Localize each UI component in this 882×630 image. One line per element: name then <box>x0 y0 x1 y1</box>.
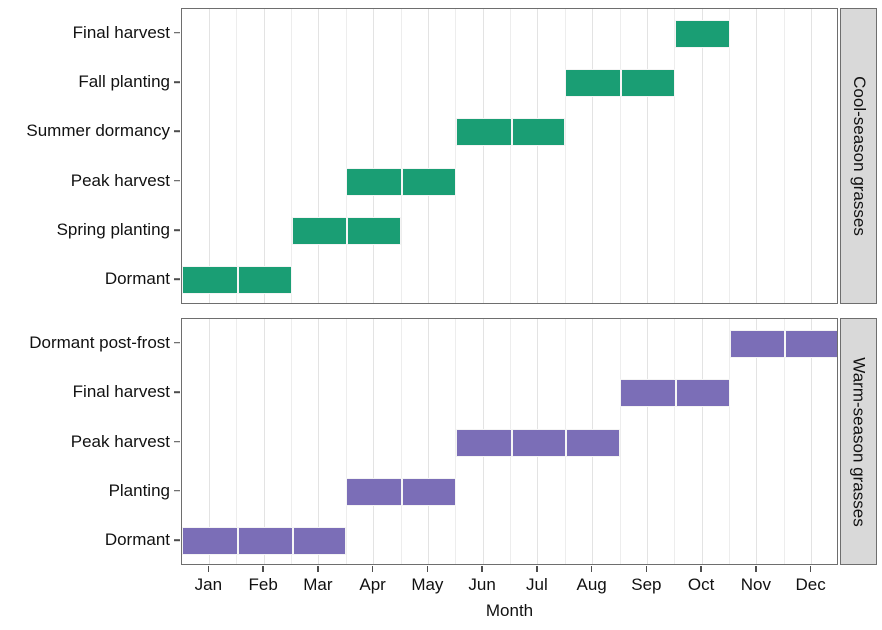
bars-warm-season <box>182 319 837 564</box>
strip-label-warm-season-text: Warm-season grasses <box>849 356 869 527</box>
y-axis-tick-label: Summer dormancy <box>26 121 170 141</box>
gantt-bar <box>291 217 401 245</box>
strip-label-cool-season: Cool-season grasses <box>840 8 877 304</box>
gantt-bar <box>729 329 837 358</box>
bar-month-separator <box>510 429 513 456</box>
bar-month-separator <box>401 478 403 505</box>
y-axis-tick <box>174 81 180 83</box>
bars-cool-season <box>182 9 837 303</box>
x-axis-tick <box>645 566 648 572</box>
y-axis-tick-label: Spring planting <box>56 220 170 239</box>
gantt-bar <box>346 477 456 506</box>
x-axis-tick-label: Feb <box>248 575 278 594</box>
x-axis-tick-label: Nov <box>740 575 771 594</box>
gantt-bar <box>455 118 566 147</box>
bar-month-separator <box>401 168 403 195</box>
x-axis-tick-label: Oct <box>687 575 715 594</box>
bar-month-separator <box>784 330 787 357</box>
x-axis-tick <box>809 566 812 572</box>
y-axis-tick-label: Dormant <box>104 269 170 289</box>
y-axis-tick-label: Fall planting <box>78 72 170 91</box>
y-axis-tick <box>174 130 180 133</box>
x-axis-tick-label: Jan <box>194 575 223 594</box>
strip-label-warm-season: Warm-season grasses <box>840 318 877 565</box>
bar-month-separator <box>620 70 622 96</box>
bar-month-separator <box>346 218 349 244</box>
gantt-bar <box>620 379 730 408</box>
y-axis-tick-label: Final harvest <box>72 22 170 42</box>
x-axis-tick <box>590 566 593 572</box>
y-axis-tick <box>174 229 180 231</box>
y-axis-tick-label: Dormant <box>104 530 170 550</box>
x-axis-tick <box>262 566 264 572</box>
gantt-bar <box>182 266 292 295</box>
x-axis-tick-label: Mar <box>303 575 333 594</box>
x-axis-tick <box>207 566 210 572</box>
gantt-bar <box>455 428 620 457</box>
panel-cool-season <box>181 8 838 304</box>
gantt-bar <box>565 69 675 97</box>
x-axis-tick-label: Dec <box>795 575 826 594</box>
y-axis-tick-label: Peak harvest <box>70 431 170 451</box>
panel-warm-season <box>181 318 838 565</box>
y-axis-tick <box>174 539 180 542</box>
x-axis-tick-label: Apr <box>359 575 386 594</box>
y-axis-tick <box>174 391 180 393</box>
x-axis-tick <box>700 566 702 572</box>
gantt-bar <box>182 527 347 556</box>
bar-month-separator <box>674 380 677 407</box>
x-axis-tick-label: Jun <box>468 575 496 594</box>
x-axis-tick <box>536 566 538 572</box>
x-axis-tick-label: Aug <box>576 575 607 594</box>
x-axis-tick-label: Sep <box>631 575 662 594</box>
y-axis-tick-label: Planting <box>108 480 170 500</box>
x-axis-tick <box>755 566 757 572</box>
x-axis-tick <box>426 566 429 572</box>
gantt-bar <box>346 167 456 196</box>
y-axis-tick-label: Final harvest <box>72 382 170 402</box>
strip-label-cool-season-text: Cool-season grasses <box>849 76 869 236</box>
gantt-bar <box>674 19 730 48</box>
y-axis-tick <box>174 341 180 344</box>
y-axis-tick <box>174 278 180 281</box>
y-axis-tick <box>174 31 180 34</box>
x-axis-tick <box>317 566 319 572</box>
y-axis-tick <box>174 179 180 182</box>
x-axis-title: Month <box>485 601 534 620</box>
gantt-chart-figure: Cool-season grasses Final harvest Fall pl… <box>0 0 882 630</box>
y-axis-tick <box>174 490 180 492</box>
bar-month-separator <box>565 429 568 456</box>
bar-month-separator <box>291 528 294 555</box>
y-axis-tick-label: Dormant post-frost <box>29 332 170 352</box>
x-axis-tick-label: Jul <box>526 575 548 594</box>
y-axis-tick <box>174 440 180 443</box>
bar-month-separator <box>510 119 513 146</box>
x-axis-tick <box>481 566 483 572</box>
x-axis-tick <box>371 566 374 572</box>
bar-month-separator <box>236 267 239 294</box>
y-axis-tick-label: Peak harvest <box>70 170 170 190</box>
x-axis-tick-label: May <box>411 575 444 594</box>
bar-month-separator <box>236 528 239 555</box>
